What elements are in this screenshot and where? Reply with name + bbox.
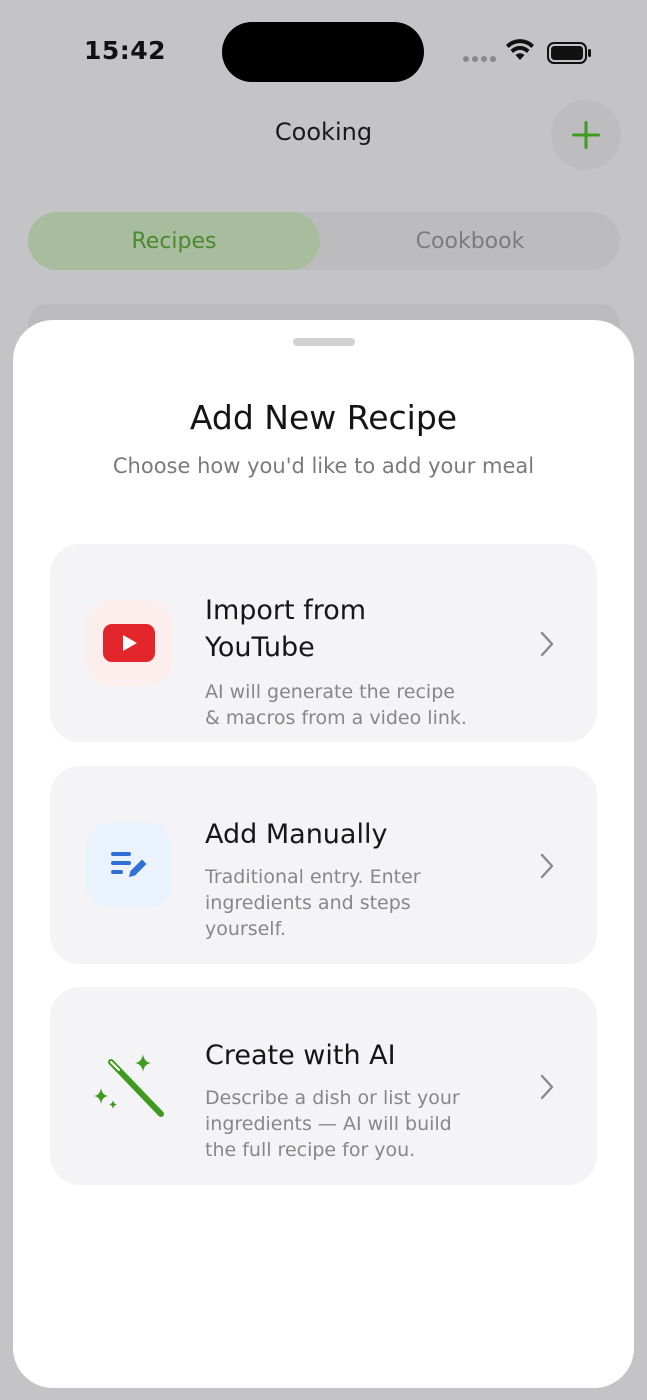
chevron-right-icon — [540, 1074, 554, 1100]
wifi-icon — [506, 39, 534, 60]
option-title: Create with AI — [205, 1040, 396, 1071]
add-recipe-button[interactable] — [551, 100, 621, 170]
option-add-manually[interactable]: Add Manually Traditional entry. Enter in… — [50, 766, 597, 964]
chevron-right-icon — [540, 631, 554, 657]
youtube-icon-box — [86, 600, 172, 686]
plus-icon — [572, 121, 600, 149]
option-title-line1: Import from — [205, 595, 367, 626]
chevron-right-icon — [540, 853, 554, 879]
magic-wand-icon-box — [86, 1043, 172, 1129]
option-title-line2: YouTube — [205, 632, 315, 663]
nav-title: Cooking — [274, 118, 373, 146]
option-desc-line3: the full recipe for you. — [205, 1139, 416, 1161]
cellular-signal-icon — [463, 56, 496, 62]
option-title: Add Manually — [205, 819, 388, 850]
edit-list-icon-box — [86, 822, 172, 908]
sheet-title: Add New Recipe — [189, 398, 458, 437]
dynamic-island — [222, 22, 424, 82]
tab-cookbook[interactable]: Cookbook — [324, 212, 616, 270]
option-desc-line2: & macros from a video link. — [205, 707, 467, 729]
status-icons — [463, 38, 593, 68]
youtube-icon — [103, 624, 155, 662]
sheet-subtitle: Choose how you'd like to add your meal — [112, 454, 535, 478]
option-desc-line3: yourself. — [205, 918, 286, 940]
option-desc-line2: ingredients and steps — [205, 892, 411, 914]
tab-recipes[interactable]: Recipes — [28, 212, 320, 270]
status-time: 15:42 — [84, 36, 167, 65]
option-create-with-ai[interactable]: Create with AI Describe a dish or list y… — [50, 987, 597, 1185]
sheet-grabber[interactable] — [293, 338, 355, 346]
option-desc-line1: Traditional entry. Enter — [205, 866, 421, 888]
option-desc-line2: ingredients — AI will build — [205, 1113, 452, 1135]
option-import-youtube[interactable]: Import from YouTube AI will generate the… — [50, 544, 597, 742]
add-recipe-sheet: Add New Recipe Choose how you'd like to … — [13, 320, 634, 1388]
segmented-control: Recipes Cookbook — [28, 212, 620, 270]
option-desc-line1: AI will generate the recipe — [205, 681, 455, 703]
magic-wand-icon — [94, 1054, 164, 1117]
screen: 15:42 Cooking Recipes Cookbook Add New R… — [0, 0, 647, 1400]
option-desc-line1: Describe a dish or list your — [205, 1087, 460, 1109]
edit-list-icon — [111, 852, 147, 877]
battery-icon — [547, 42, 591, 64]
